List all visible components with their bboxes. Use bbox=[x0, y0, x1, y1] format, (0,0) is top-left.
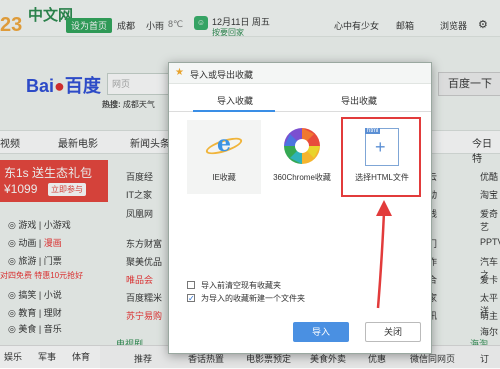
close-button[interactable]: 关闭 bbox=[365, 322, 421, 342]
html-file-option[interactable]: html + 选择HTML文件 bbox=[345, 120, 419, 194]
ie-icon: e bbox=[217, 131, 231, 157]
star-icon: ★ bbox=[175, 67, 184, 78]
tab-export[interactable]: 导出收藏 bbox=[341, 94, 377, 107]
checkbox-label: 导入前清空现有收藏夹 bbox=[201, 281, 281, 290]
html-file-icon: html + bbox=[365, 128, 399, 166]
html-tag: html bbox=[365, 128, 381, 134]
checkbox-label: 为导入的收藏新建一个文件夹 bbox=[201, 294, 305, 303]
plus-icon: + bbox=[375, 137, 386, 157]
import-button[interactable]: 导入 bbox=[293, 322, 349, 342]
clear-before-import-checkbox[interactable] bbox=[187, 281, 195, 289]
tab-import[interactable]: 导入收藏 bbox=[217, 94, 253, 107]
chrome-icon bbox=[284, 128, 320, 164]
dialog-tabs: 导入收藏 导出收藏 bbox=[169, 89, 431, 112]
option-label: 选择HTML文件 bbox=[355, 173, 409, 182]
dialog-title: 导入或导出收藏 bbox=[190, 70, 254, 80]
dialog-titlebar[interactable]: ★ 导入或导出收藏 bbox=[169, 63, 431, 84]
option-label: 360Chrome收藏 bbox=[273, 173, 331, 182]
active-tab-indicator bbox=[193, 110, 275, 112]
option-label: IE收藏 bbox=[212, 173, 236, 182]
ie-favorites-option[interactable]: e IE收藏 bbox=[187, 120, 261, 194]
new-folder-checkbox[interactable]: ✓ bbox=[187, 294, 195, 303]
red-arrow-annotation bbox=[376, 200, 392, 309]
chrome-favorites-option[interactable]: 360Chrome收藏 bbox=[265, 120, 339, 194]
